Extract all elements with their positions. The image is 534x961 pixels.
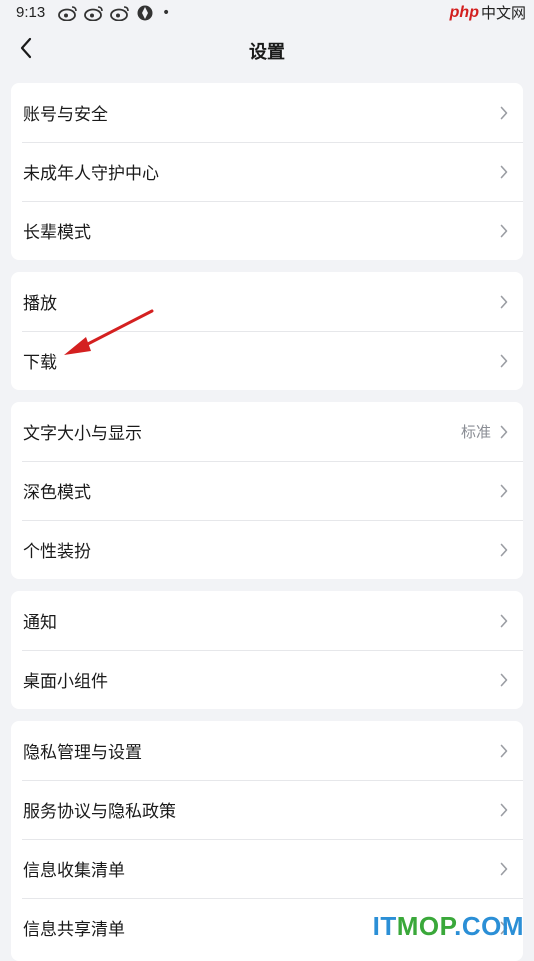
chevron-right-icon: [499, 224, 509, 238]
chevron-right-icon: [499, 425, 509, 439]
shutter-icon: [136, 4, 154, 22]
chevron-right-icon: [499, 295, 509, 309]
settings-item-account-security[interactable]: 账号与安全: [11, 83, 523, 142]
settings-item-elder-mode[interactable]: 长辈模式: [11, 201, 523, 260]
chevron-right-icon: [499, 543, 509, 557]
settings-item-desktop-widget[interactable]: 桌面小组件: [11, 650, 523, 709]
settings-item-service-agreement[interactable]: 服务协议与隐私政策: [11, 780, 523, 839]
status-notification-icons: •: [58, 4, 170, 22]
itmop-watermark: ITMOP.COM: [373, 911, 524, 942]
settings-item-label: 信息共享清单: [23, 920, 125, 940]
settings-item-dark-mode[interactable]: 深色模式: [11, 461, 523, 520]
settings-item-label: 通知: [23, 613, 57, 633]
settings-item-minor-guardian[interactable]: 未成年人守护中心: [11, 142, 523, 201]
settings-item-label: 桌面小组件: [23, 672, 108, 692]
chevron-right-icon: [499, 803, 509, 817]
settings-item-label: 播放: [23, 294, 57, 314]
chevron-right-icon: [499, 165, 509, 179]
settings-item-label: 信息收集清单: [23, 861, 125, 881]
settings-group-display: 文字大小与显示 标准 深色模式 个性装扮: [11, 402, 523, 579]
settings-item-notification[interactable]: 通知: [11, 591, 523, 650]
settings-item-value: 标准: [460, 423, 491, 441]
watermark-it: IT: [372, 911, 397, 941]
settings-item-label: 未成年人守护中心: [23, 164, 159, 184]
settings-group-account: 账号与安全 未成年人守护中心 长辈模式: [11, 83, 523, 260]
chevron-right-icon: [499, 106, 509, 120]
settings-item-personalization[interactable]: 个性装扮: [11, 520, 523, 579]
header: 设置: [0, 28, 534, 72]
settings-group-notification: 通知 桌面小组件: [11, 591, 523, 709]
php-cn-text: 中文网: [480, 4, 526, 22]
chevron-right-icon: [499, 614, 509, 628]
chevron-right-icon: [499, 744, 509, 758]
settings-item-privacy-management[interactable]: 隐私管理与设置: [11, 721, 523, 780]
settings-item-label: 隐私管理与设置: [23, 743, 142, 763]
settings-item-label: 文字大小与显示: [23, 424, 142, 444]
settings-item-label: 下载: [23, 353, 57, 373]
weibo-icon: [110, 5, 130, 21]
status-time: 9:13: [16, 4, 46, 21]
chevron-right-icon: [499, 862, 509, 876]
settings-item-text-size-display[interactable]: 文字大小与显示 标准: [11, 402, 523, 461]
weibo-icon: [84, 5, 104, 21]
php-logo: php: [449, 3, 479, 21]
settings-item-label: 深色模式: [23, 483, 91, 503]
settings-item-label: 账号与安全: [23, 105, 108, 125]
chevron-right-icon: [499, 354, 509, 368]
status-bar: 9:13 • php 中文网: [0, 0, 534, 28]
settings-item-label: 长辈模式: [23, 223, 91, 243]
chevron-right-icon: [499, 484, 509, 498]
settings-item-info-collection-list[interactable]: 信息收集清单: [11, 839, 523, 898]
php-watermark: php 中文网: [450, 2, 526, 23]
settings-item-label: 个性装扮: [23, 542, 91, 562]
watermark-mop: MOP: [396, 911, 455, 941]
settings-item-playback[interactable]: 播放: [11, 272, 523, 331]
settings-group-playback: 播放 下载: [11, 272, 523, 390]
settings-item-download[interactable]: 下载: [11, 331, 523, 390]
status-dot: •: [162, 5, 171, 21]
watermark-com: .COM: [454, 911, 524, 941]
page-title: 设置: [249, 42, 285, 63]
settings-item-label: 服务协议与隐私政策: [23, 802, 176, 822]
weibo-icon: [58, 5, 78, 21]
chevron-right-icon: [499, 673, 509, 687]
